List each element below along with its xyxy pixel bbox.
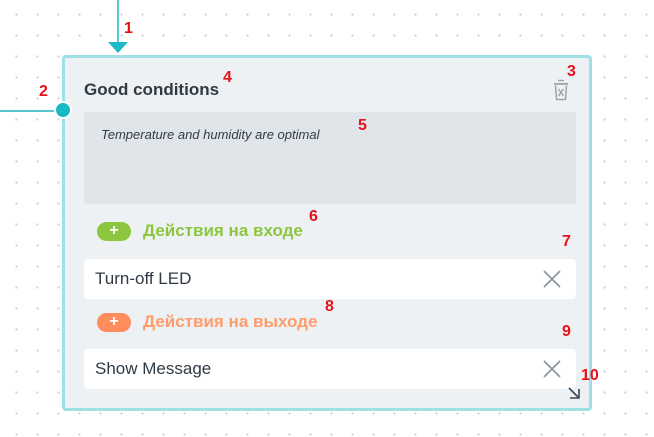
annotation-marker-6: 6: [309, 208, 318, 225]
enter-action-item[interactable]: Turn-off LED: [84, 259, 576, 299]
outgoing-connector-line: [0, 110, 56, 112]
annotation-marker-10: 10: [581, 367, 599, 384]
exit-action-item[interactable]: Show Message: [84, 349, 576, 389]
annotation-marker-8: 8: [325, 298, 334, 315]
action-item-label: Turn-off LED: [95, 269, 192, 288]
action-item-label: Show Message: [95, 359, 212, 378]
connection-port[interactable]: [54, 101, 72, 119]
trash-icon[interactable]: [552, 78, 570, 102]
exit-actions-header: + Действия на выходе: [97, 311, 317, 333]
description-text: Temperature and humidity are optimal: [101, 127, 320, 142]
description-area[interactable]: Temperature and humidity are optimal: [84, 112, 576, 204]
annotation-marker-4: 4: [223, 69, 232, 86]
annotation-marker-5: 5: [358, 117, 367, 134]
annotation-marker-7: 7: [562, 233, 571, 250]
enter-actions-header: + Действия на входе: [97, 220, 303, 242]
exit-actions-label: Действия на выходе: [143, 312, 318, 331]
close-icon[interactable]: [542, 269, 562, 289]
annotation-marker-2: 2: [39, 83, 48, 100]
add-enter-action-button[interactable]: +: [97, 221, 131, 241]
annotation-marker-1: 1: [124, 20, 133, 37]
arrow-down-icon: [108, 42, 128, 53]
close-icon[interactable]: [542, 359, 562, 379]
add-exit-action-button[interactable]: +: [97, 312, 131, 332]
state-node[interactable]: Good conditions Temperature and humidity…: [62, 55, 592, 411]
annotation-marker-9: 9: [562, 323, 571, 340]
resize-handle-icon[interactable]: [567, 386, 581, 400]
annotation-marker-3: 3: [567, 63, 576, 80]
incoming-connector-line: [117, 0, 119, 42]
state-title[interactable]: Good conditions: [84, 80, 219, 100]
enter-actions-label: Действия на входе: [143, 221, 303, 240]
